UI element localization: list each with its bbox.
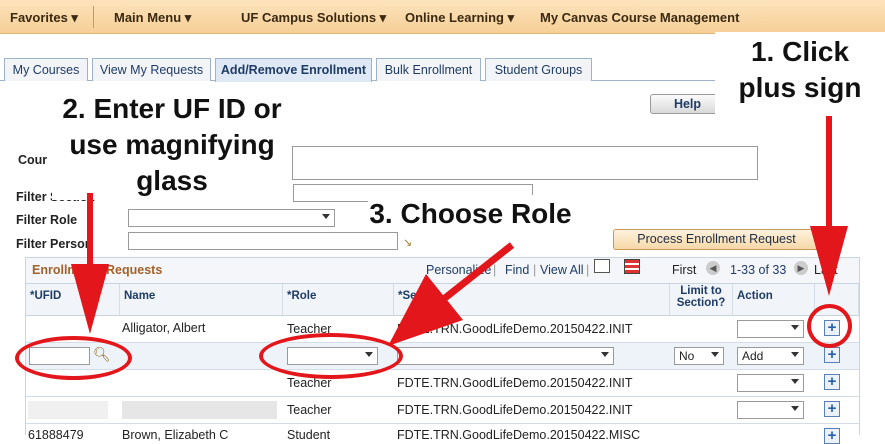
- annotation-arrows: [71, 116, 848, 346]
- arrow-step3: [442, 242, 515, 301]
- arrowhead-step1: [810, 226, 848, 296]
- arrowhead-step2: [71, 264, 109, 334]
- arrowhead-step3: [388, 274, 463, 346]
